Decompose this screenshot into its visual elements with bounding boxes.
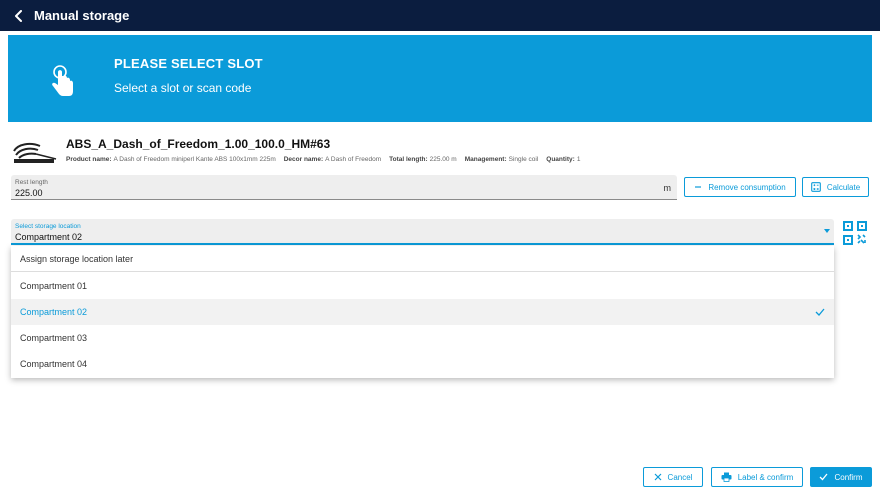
rest-length-input[interactable]: Rest length 225.00 m [11,175,677,200]
label-confirm-button[interactable]: Label & confirm [711,467,803,487]
option-compartment-04[interactable]: Compartment 04 [11,351,834,377]
label-confirm-label: Label & confirm [737,472,794,482]
storage-location-dropdown: Assign storage location later Compartmen… [11,246,834,378]
page-title: Manual storage [34,8,130,23]
rest-length-label: Rest length [15,179,48,186]
rest-length-value: 225.00 [15,188,43,198]
product-meta: Product name: A Dash of Freedom miniperl … [66,156,580,163]
cancel-button[interactable]: Cancel [643,467,703,487]
qr-code-icon [843,221,867,245]
calculate-label: Calculate [826,182,861,192]
calculate-button[interactable]: Calculate [802,177,869,197]
close-icon [654,473,661,481]
minus-icon [695,186,702,188]
scan-qr-button[interactable] [843,221,867,245]
storage-location-select[interactable]: Select storage location Compartment 02 [11,219,834,245]
meta-total-length: Total length: 225.00 m [389,156,457,163]
option-compartment-03[interactable]: Compartment 03 [11,325,834,351]
storage-location-value: Compartment 02 [15,232,83,242]
option-compartment-02[interactable]: Compartment 02 [11,299,834,325]
remove-consumption-button[interactable]: Remove consumption [684,177,796,197]
meta-management: Management: Single coil [464,156,539,163]
product-title: ABS_A_Dash_of_Freedom_1.00_100.0_HM#63 [66,137,331,151]
confirm-label: Confirm [834,472,863,482]
check-icon [820,473,828,481]
option-compartment-01[interactable]: Compartment 01 [11,273,834,299]
instruction-banner: PLEASE SELECT SLOT Select a slot or scan… [8,35,872,122]
cancel-label: Cancel [667,472,693,482]
remove-consumption-label: Remove consumption [708,182,786,192]
banner-title: PLEASE SELECT SLOT [114,56,263,71]
calculator-icon [810,182,821,192]
check-icon [815,308,825,316]
meta-quantity: Quantity: 1 [546,156,581,163]
caret-down-icon [824,229,830,233]
back-button[interactable] [4,0,34,31]
chevron-left-icon [15,9,22,22]
meta-decor-name: Decor name: A Dash of Freedom [283,156,382,163]
banner-subtitle: Select a slot or scan code [114,81,252,95]
edge-band-roll-icon [13,142,57,163]
printer-icon [721,472,732,482]
rest-length-unit: m [663,183,672,193]
top-bar: Manual storage [0,0,880,31]
meta-product-name: Product name: A Dash of Freedom miniperl … [66,156,276,163]
touch-hand-icon [52,65,73,96]
storage-location-label: Select storage location [15,223,81,230]
confirm-button[interactable]: Confirm [810,467,872,487]
option-assign-later[interactable]: Assign storage location later [11,246,834,272]
